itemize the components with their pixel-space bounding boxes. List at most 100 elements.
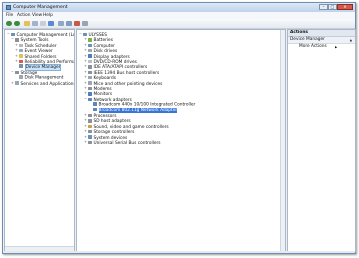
window-title: Computer Management (13, 5, 68, 10)
console-tree-item[interactable]: + Task Scheduler (15, 43, 57, 49)
device-category-icon (88, 129, 92, 134)
close-button[interactable]: ✕ (337, 4, 353, 10)
device-category-icon (11, 32, 15, 37)
collapse-icon[interactable]: − (7, 32, 10, 37)
device-category-icon (15, 38, 19, 42)
device-tree-item[interactable]: + System devices (84, 135, 127, 141)
menu-view[interactable]: View (32, 13, 42, 18)
expand-icon[interactable]: + (84, 37, 87, 42)
expand-icon[interactable]: + (84, 64, 87, 69)
actions-header: Actions (288, 30, 355, 37)
device-tree-item[interactable]: + Computer (84, 43, 115, 49)
menu-file[interactable]: File (6, 13, 13, 18)
expand-icon[interactable]: + (84, 129, 87, 134)
device-tree-item[interactable]: + Keyboards (84, 75, 116, 81)
device-category-icon (88, 92, 92, 96)
device-category-icon (15, 81, 19, 85)
device-tree-item[interactable]: + DVD/CD-ROM drives (84, 59, 137, 65)
collapse-icon[interactable]: − (11, 70, 14, 75)
help-icon[interactable] (48, 21, 54, 26)
device-category-icon (88, 119, 92, 123)
console-tree-pane: −Computer Management (Local−System Tools… (4, 29, 75, 252)
device-tree-item[interactable]: + Disk drives (84, 48, 117, 54)
console-tree-item[interactable]: + Shared Folders (15, 54, 56, 60)
expand-icon[interactable]: + (84, 75, 87, 80)
expand-icon[interactable]: + (84, 43, 87, 48)
uninstall-icon[interactable] (74, 21, 80, 26)
console-tree-item[interactable]: Disk Management (15, 75, 63, 80)
expand-icon[interactable]: + (15, 54, 18, 59)
device-tree-item[interactable]: + Mice and other pointing devices (84, 81, 162, 87)
device-tree-item[interactable]: + Universal Serial Bus controllers (84, 140, 160, 146)
device-category-icon (19, 54, 23, 58)
expand-icon[interactable]: + (15, 59, 18, 64)
device-category-icon (88, 124, 92, 129)
expand-icon[interactable]: + (84, 59, 87, 64)
minimize-button[interactable]: – (319, 4, 328, 10)
device-tree-item[interactable]: + Sound, video and game controllers (84, 124, 169, 130)
more-actions-label: More Actions (299, 44, 327, 49)
expand-icon[interactable]: + (84, 124, 87, 129)
console-tree-item[interactable]: Device Manager (15, 63, 62, 71)
console-tree-item[interactable]: −Computer Management (Local (7, 32, 74, 38)
device-category-icon (19, 64, 23, 68)
expand-icon[interactable]: + (15, 48, 18, 53)
device-category-icon (88, 75, 92, 80)
expand-icon[interactable]: + (84, 91, 87, 96)
expand-icon[interactable]: + (11, 81, 14, 86)
device-category-icon (88, 140, 92, 145)
device-tree-item[interactable]: + SD host adapters (84, 118, 131, 124)
show-hide-tree-icon[interactable] (32, 21, 38, 26)
expand-icon[interactable]: + (84, 118, 87, 123)
expand-icon[interactable]: + (84, 86, 87, 91)
menu-help[interactable]: Help (43, 13, 53, 18)
toolbar (3, 19, 355, 29)
actions-section-device-manager[interactable]: Device Manager ▲ (288, 37, 355, 44)
actions-section-label: Device Manager (290, 37, 325, 42)
expand-icon[interactable]: + (84, 135, 87, 140)
properties-icon[interactable] (40, 21, 46, 26)
vertical-scrollbar[interactable] (280, 30, 285, 251)
device-tree-item[interactable]: + Monitors (84, 91, 112, 97)
expand-icon[interactable]: + (15, 43, 18, 48)
disable-icon[interactable] (82, 21, 88, 26)
console-tree-item[interactable]: + Event Viewer (15, 48, 53, 54)
device-tree-item[interactable]: − ULYSSES (79, 32, 107, 38)
device-tree-item[interactable]: + IEEE 1394 Bus host controllers (84, 70, 159, 76)
back-icon[interactable] (6, 21, 12, 26)
collapse-icon[interactable]: − (11, 37, 14, 42)
collapse-arrow-icon[interactable]: ▲ (350, 37, 352, 43)
computer-management-icon (6, 5, 11, 10)
menu-action[interactable]: Action (17, 13, 30, 18)
expand-icon[interactable]: + (84, 70, 87, 75)
device-tree-item[interactable]: + Modems (84, 86, 112, 92)
expand-icon[interactable]: + (84, 48, 87, 53)
status-bar (3, 251, 355, 253)
scan-hardware-icon[interactable] (58, 21, 64, 26)
chevron-right-icon: ▶ (335, 45, 338, 49)
forward-icon[interactable] (14, 21, 20, 26)
device-category-icon (88, 113, 92, 118)
device-category-icon (93, 102, 97, 106)
expand-icon[interactable]: + (84, 54, 87, 59)
device-tree-item[interactable]: + Display adapters (84, 54, 130, 60)
up-icon[interactable] (24, 21, 30, 26)
expand-icon[interactable]: + (84, 113, 87, 118)
device-tree-item[interactable]: + Batteries (84, 37, 113, 43)
maximize-button[interactable]: □ (328, 4, 337, 10)
collapse-icon[interactable]: − (79, 32, 82, 37)
more-actions-link[interactable]: More Actions ▶ (299, 44, 337, 50)
collapse-icon[interactable]: − (84, 97, 87, 102)
console-tree-item[interactable]: − System Tools (11, 37, 48, 43)
device-category-icon (88, 97, 92, 102)
expand-icon[interactable]: + (84, 140, 87, 145)
device-tree-item[interactable]: Broadcom 440x 10/100 Integrated Controll… (89, 102, 195, 107)
expand-icon[interactable]: + (84, 81, 87, 86)
device-tree-item[interactable]: + Processors (84, 113, 116, 119)
device-tree-item[interactable]: + Storage controllers (84, 129, 134, 135)
device-tree-item[interactable]: Broadcom 802.11g Network Adapter (89, 107, 178, 113)
update-driver-icon[interactable] (66, 21, 72, 26)
console-tree-item[interactable]: + Services and Applications (11, 81, 74, 87)
device-tree-item[interactable]: + IDE ATA/ATAPI controllers (84, 64, 147, 70)
device-category-icon (88, 65, 92, 69)
